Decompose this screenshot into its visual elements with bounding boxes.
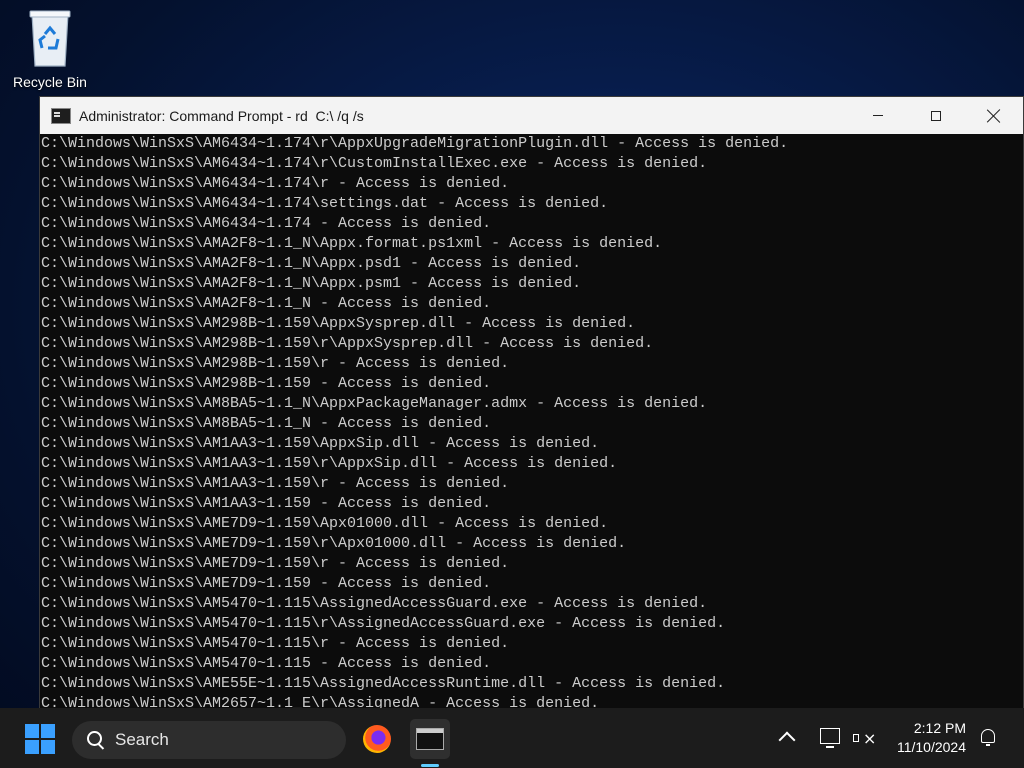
console-line: C:\Windows\WinSxS\AM1AA3~1.159\r\AppxSip… bbox=[41, 455, 618, 472]
console-line: C:\Windows\WinSxS\AMA2F8~1.1_N - Access … bbox=[41, 295, 492, 312]
volume-muted-icon[interactable] bbox=[853, 729, 876, 749]
notification-bell-icon[interactable] bbox=[981, 729, 995, 746]
active-app-indicator bbox=[421, 764, 439, 767]
console-line: C:\Windows\WinSxS\AM5470~1.115 - Access … bbox=[41, 655, 492, 672]
console-line: C:\Windows\WinSxS\AM1AA3~1.159\AppxSip.d… bbox=[41, 435, 600, 452]
maximize-button[interactable] bbox=[907, 97, 965, 134]
command-prompt-window[interactable]: Administrator: Command Prompt - rd C:\ /… bbox=[39, 96, 1024, 710]
console-line: C:\Windows\WinSxS\AM298B~1.159\AppxSyspr… bbox=[41, 315, 636, 332]
console-line: C:\Windows\WinSxS\AM5470~1.115\r - Acces… bbox=[41, 635, 510, 652]
taskbar-search-box[interactable]: Search bbox=[72, 721, 346, 759]
window-titlebar[interactable]: Administrator: Command Prompt - rd C:\ /… bbox=[40, 97, 1023, 134]
console-line: C:\Windows\WinSxS\AM2657~1.1_E\r\Assigne… bbox=[41, 695, 600, 709]
maximize-icon bbox=[931, 110, 941, 121]
console-line: C:\Windows\WinSxS\AM8BA5~1.1_N - Access … bbox=[41, 415, 492, 432]
taskbar-clock[interactable]: 2:12 PM 11/10/2024 bbox=[886, 719, 966, 757]
console-line: C:\Windows\WinSxS\AM298B~1.159\r - Acces… bbox=[41, 355, 510, 372]
minimize-button[interactable] bbox=[849, 97, 907, 134]
search-placeholder: Search bbox=[115, 730, 169, 749]
windows-logo-icon bbox=[25, 724, 39, 738]
console-line: C:\Windows\WinSxS\AM298B~1.159 - Access … bbox=[41, 375, 492, 392]
console-line: C:\Windows\WinSxS\AME7D9~1.159\r\Apx0100… bbox=[41, 535, 627, 552]
console-output[interactable]: C:\Windows\WinSxS\AM6434~1.174\r\AppxUpg… bbox=[40, 134, 1023, 709]
console-line: C:\Windows\WinSxS\AMA2F8~1.1_N\Appx.psm1… bbox=[41, 275, 582, 292]
network-icon[interactable] bbox=[820, 728, 840, 748]
window-controls bbox=[849, 97, 1023, 134]
close-icon bbox=[987, 109, 1001, 123]
console-line: C:\Windows\WinSxS\AME7D9~1.159\Apx01000.… bbox=[41, 515, 609, 532]
search-icon bbox=[87, 731, 105, 749]
console-line: C:\Windows\WinSxS\AM6434~1.174\r\CustomI… bbox=[41, 155, 708, 172]
taskbar: Search 2:12 PM 11/10/2024 bbox=[0, 708, 1024, 768]
taskbar-app-firefox[interactable] bbox=[357, 719, 397, 759]
desktop-icon-label: Recycle Bin bbox=[13, 74, 87, 90]
windows-logo-icon bbox=[41, 740, 55, 754]
console-line: C:\Windows\WinSxS\AM5470~1.115\AssignedA… bbox=[41, 595, 708, 612]
window-title: Administrator: Command Prompt - rd C:\ /… bbox=[79, 107, 364, 124]
taskbar-app-command-prompt[interactable] bbox=[410, 719, 450, 759]
console-line: C:\Windows\WinSxS\AM6434~1.174\settings.… bbox=[41, 195, 609, 212]
console-line: C:\Windows\WinSxS\AMA2F8~1.1_N\Appx.form… bbox=[41, 235, 663, 252]
recycle-bin-icon bbox=[26, 8, 74, 68]
close-button[interactable] bbox=[965, 97, 1023, 134]
console-line: C:\Windows\WinSxS\AM1AA3~1.159\r - Acces… bbox=[41, 475, 510, 492]
console-line: C:\Windows\WinSxS\AME7D9~1.159 - Access … bbox=[41, 575, 492, 592]
clock-time: 2:12 PM bbox=[913, 720, 966, 736]
desktop-icon-recycle-bin[interactable]: Recycle Bin bbox=[8, 6, 92, 94]
console-line: C:\Windows\WinSxS\AMA2F8~1.1_N\Appx.psd1… bbox=[41, 255, 582, 272]
console-line: C:\Windows\WinSxS\AM1AA3~1.159 - Access … bbox=[41, 495, 492, 512]
clock-date: 11/10/2024 bbox=[896, 739, 966, 755]
console-line: C:\Windows\WinSxS\AM6434~1.174\r - Acces… bbox=[41, 175, 510, 192]
minimize-icon bbox=[873, 115, 883, 116]
console-line: C:\Windows\WinSxS\AM298B~1.159\r\AppxSys… bbox=[41, 335, 654, 352]
start-button[interactable] bbox=[23, 722, 57, 756]
command-prompt-icon bbox=[51, 107, 71, 124]
windows-logo-icon bbox=[41, 724, 55, 738]
console-line: C:\Windows\WinSxS\AM6434~1.174\r\AppxUpg… bbox=[41, 135, 789, 152]
windows-logo-icon bbox=[25, 740, 39, 754]
chevron-up-icon[interactable] bbox=[778, 731, 796, 749]
command-prompt-icon bbox=[416, 728, 444, 750]
firefox-icon bbox=[363, 725, 391, 753]
console-line: C:\Windows\WinSxS\AME55E~1.115\AssignedA… bbox=[41, 675, 726, 692]
console-line: C:\Windows\WinSxS\AM6434~1.174 - Access … bbox=[41, 215, 492, 232]
console-line: C:\Windows\WinSxS\AME7D9~1.159\r - Acces… bbox=[41, 555, 510, 572]
console-line: C:\Windows\WinSxS\AM8BA5~1.1_N\AppxPacka… bbox=[41, 395, 708, 412]
console-line: C:\Windows\WinSxS\AM5470~1.115\r\Assigne… bbox=[41, 615, 726, 632]
